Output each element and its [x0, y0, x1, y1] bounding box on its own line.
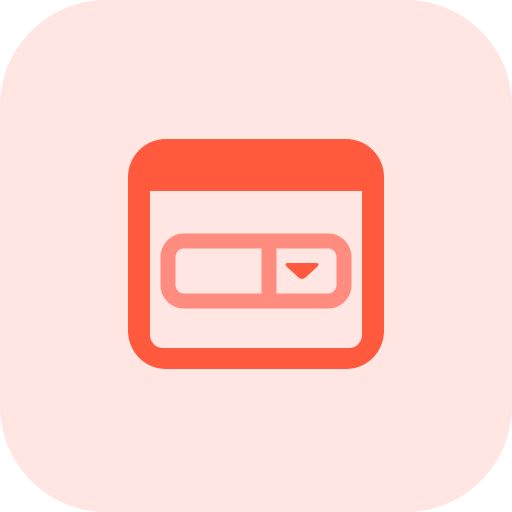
tile-background — [0, 0, 512, 512]
app-icon-tile — [0, 0, 512, 512]
browser-window-dropdown-icon — [0, 0, 512, 512]
